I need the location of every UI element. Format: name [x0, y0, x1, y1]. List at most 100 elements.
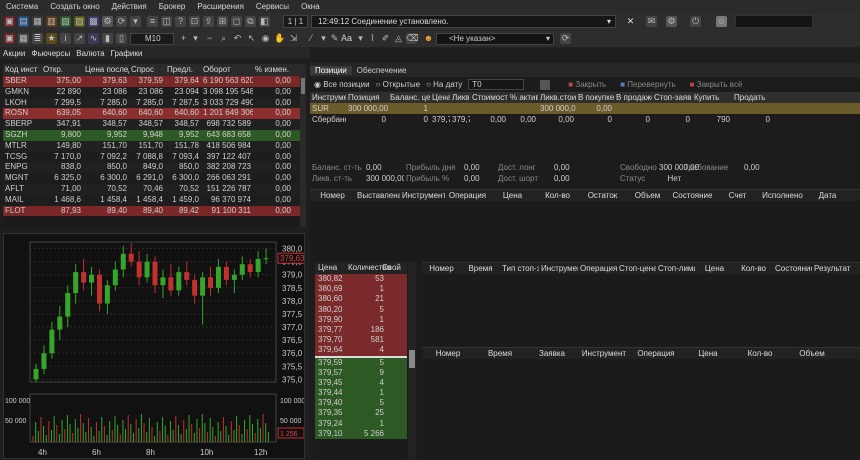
- magnet-icon[interactable]: ◉: [260, 33, 271, 44]
- sync-icon[interactable]: ⟳: [116, 16, 127, 27]
- menu-item[interactable]: Сервисы: [250, 2, 295, 11]
- settings-icon[interactable]: ⚙: [102, 16, 113, 27]
- table-row[interactable]: SBER 375,00 379,63 379,59 379,64 6 190 563 62…: [3, 76, 305, 87]
- ask-row[interactable]: 380,60 21: [315, 294, 407, 305]
- column-header[interactable]: Спрос: [129, 64, 165, 76]
- filter-icon[interactable]: ▾: [130, 16, 141, 27]
- refresh-icon[interactable]: ⟳: [560, 33, 571, 44]
- ask-row[interactable]: 379,64 4: [315, 345, 407, 356]
- reverse-button[interactable]: ■ Перевернуть: [620, 80, 675, 89]
- indicator-icon[interactable]: ∿: [88, 33, 99, 44]
- user-icon[interactable]: ☺: [716, 16, 727, 27]
- column-header[interactable]: Время: [474, 348, 526, 359]
- tab-3[interactable]: Графики: [108, 49, 146, 58]
- menu-item[interactable]: Действия: [106, 2, 153, 11]
- ask-row[interactable]: 379,70 581: [315, 335, 407, 346]
- table-row[interactable]: MTLR 149,80 151,70 151,70 151,78 418 506 984 0…: [3, 140, 305, 152]
- buy-icon[interactable]: ▣: [4, 33, 15, 44]
- dropdown-icon[interactable]: ▾: [190, 33, 201, 44]
- timeframe-select[interactable]: M10: [130, 33, 174, 45]
- table-row[interactable]: SUR 300 000,00 1 300 000,00 0,00: [310, 103, 860, 114]
- table-row[interactable]: MAIL 1 468,6 1 458,4 1 458,4 1 459,0 96 370 9…: [3, 194, 305, 206]
- menu-item[interactable]: Создать окно: [44, 2, 105, 11]
- tab-0[interactable]: Акции: [0, 49, 28, 58]
- line-dropdown-icon[interactable]: ▾: [318, 33, 329, 44]
- column-header[interactable]: Кол-во: [734, 348, 786, 359]
- column-header[interactable]: Исполнено: [760, 190, 805, 201]
- column-header[interactable]: Оборот: [201, 64, 253, 76]
- table-icon[interactable]: ▦: [32, 16, 43, 27]
- column-header[interactable]: Цена: [315, 262, 345, 274]
- trend-icon[interactable]: ↗: [74, 33, 85, 44]
- column-header[interactable]: Кол-во: [535, 190, 580, 201]
- bid-row[interactable]: 379,24 1: [315, 418, 407, 429]
- column-header[interactable]: Инструмент: [400, 190, 445, 201]
- column-header[interactable]: В продаже: [614, 92, 652, 103]
- grid-icon[interactable]: ▦: [18, 33, 29, 44]
- column-header[interactable]: Операция: [578, 263, 617, 274]
- radio-all[interactable]: ◉ Все позиции: [314, 80, 370, 89]
- table-row[interactable]: ROSN 639,05 640,60 640,60 640,60 1 201 649 30…: [3, 108, 305, 120]
- order-icon[interactable]: ▣: [4, 16, 15, 27]
- menu-item[interactable]: Окна: [295, 2, 326, 11]
- hline-icon[interactable]: ⇲: [288, 33, 299, 44]
- calendar-icon[interactable]: [540, 79, 551, 90]
- menu-item[interactable]: Система: [0, 2, 44, 11]
- order-book-scrollbar[interactable]: [408, 262, 416, 459]
- font-tool[interactable]: Aa: [341, 33, 352, 43]
- column-header[interactable]: Кол-во: [734, 263, 773, 274]
- terminal-icon[interactable]: ▩: [88, 16, 99, 27]
- ask-row[interactable]: 379,90 1: [315, 314, 407, 325]
- column-header[interactable]: Операция: [630, 348, 682, 359]
- zoom-icon[interactable]: ⌕: [218, 33, 229, 44]
- column-header[interactable]: Свой: [379, 262, 401, 274]
- menu-item[interactable]: Брокер: [153, 2, 192, 11]
- table-row[interactable]: LKOH 7 299,5 7 285,0 7 285,0 7 287,5 3 033 72…: [3, 97, 305, 109]
- gear-icon[interactable]: ⚙: [666, 16, 677, 27]
- column-header[interactable]: Дата: [805, 190, 850, 201]
- ask-row[interactable]: 379,77 186: [315, 324, 407, 336]
- column-header[interactable]: Количество: [345, 262, 391, 274]
- crosshair-icon[interactable]: +: [178, 33, 189, 44]
- chevron-down-icon[interactable]: ▾: [607, 16, 611, 27]
- line-icon[interactable]: ⁄: [304, 33, 318, 44]
- table-row[interactable]: AFLT 71,00 70,52 70,46 70,52 151 226 787 0,00: [3, 183, 305, 195]
- column-header[interactable]: Состояние: [670, 190, 715, 201]
- column-header[interactable]: Стоп-лимит: [656, 263, 695, 274]
- help-icon[interactable]: ?: [175, 16, 186, 27]
- column-header[interactable]: Баланс. цена: [388, 92, 430, 103]
- shapes-icon[interactable]: ◬: [393, 33, 404, 44]
- column-header[interactable]: Цена: [490, 190, 535, 201]
- portfolio-icon[interactable]: ▥: [46, 16, 57, 27]
- column-header[interactable]: Заявка: [526, 348, 578, 359]
- column-header[interactable]: Ликв.: [450, 92, 470, 103]
- column-header[interactable]: Объем: [786, 348, 838, 359]
- bid-row[interactable]: 379,57 9: [315, 367, 407, 378]
- account-select[interactable]: <Не указан> ▾: [436, 33, 554, 45]
- cascade-icon[interactable]: ⧉: [245, 16, 256, 27]
- menu-item[interactable]: Расширения: [191, 2, 250, 11]
- column-header[interactable]: Купить: [692, 92, 732, 103]
- calc-icon[interactable]: ≡: [147, 16, 158, 27]
- fib-icon[interactable]: ⌇: [367, 33, 378, 44]
- hand-icon[interactable]: ✋: [274, 33, 285, 44]
- ask-row[interactable]: 380,82 53: [315, 274, 407, 285]
- calendar-icon[interactable]: ◫: [161, 16, 172, 27]
- column-header[interactable]: Цена: [430, 92, 450, 103]
- export-icon[interactable]: ⇪: [203, 16, 214, 27]
- column-header[interactable]: Результат: [812, 263, 851, 274]
- tab-collateral[interactable]: Обеспечение: [352, 66, 412, 75]
- chart-icon[interactable]: ▤: [18, 16, 29, 27]
- column-header[interactable]: Тип стоп-заявки: [500, 263, 539, 274]
- msg-icon[interactable]: ✉: [646, 16, 657, 27]
- column-header[interactable]: Инструмент: [539, 263, 578, 274]
- minus-icon[interactable]: −: [204, 33, 215, 44]
- column-header[interactable]: Откр.: [41, 64, 83, 76]
- table-row[interactable]: TCSG 7 170,0 7 092,2 7 088,8 7 093,4 397 122 …: [3, 151, 305, 163]
- column-header[interactable]: Счет: [715, 190, 760, 201]
- column-header[interactable]: Позиция: [346, 92, 388, 103]
- column-header[interactable]: % измен.: [253, 64, 293, 76]
- tab-1[interactable]: Фьючерсы: [28, 49, 73, 58]
- table-row[interactable]: SGZH 9,800 9,952 9,948 9,952 643 683 658 0,00: [3, 129, 305, 141]
- info-icon[interactable]: i: [60, 33, 71, 44]
